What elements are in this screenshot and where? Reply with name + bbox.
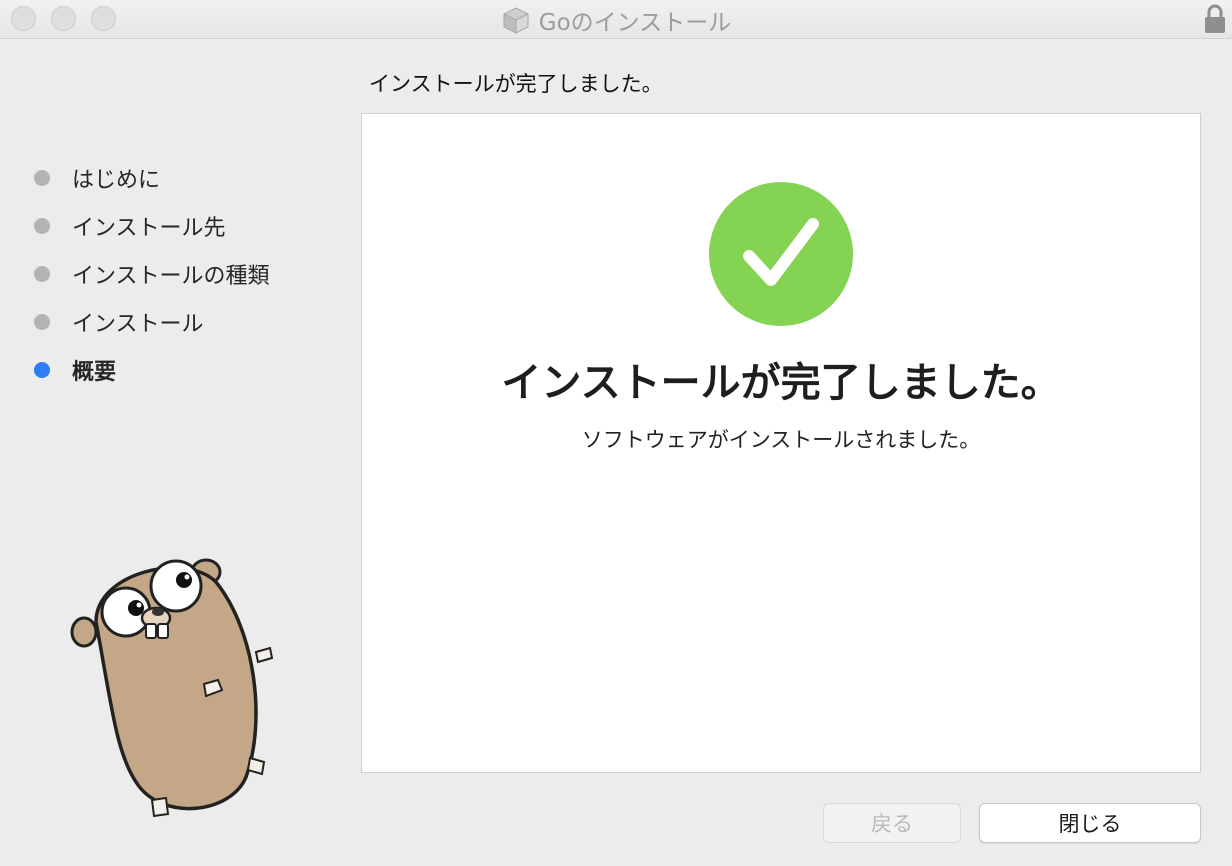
step-dot-icon: [34, 170, 50, 186]
step-dot-active-icon: [34, 362, 50, 378]
step-dot-icon: [34, 266, 50, 282]
completion-subtitle: ソフトウェアがインストールされました。: [581, 428, 981, 452]
step-label: はじめに: [72, 168, 161, 193]
package-icon: [502, 6, 529, 34]
step-summary: 概要: [34, 346, 270, 394]
back-button[interactable]: 戻る: [823, 803, 961, 843]
step-label: インストールの種類: [72, 264, 270, 289]
gopher-mascot-icon: [70, 558, 274, 818]
lock-icon[interactable]: [1204, 4, 1226, 34]
step-destination: インストール先: [34, 202, 270, 250]
step-dot-icon: [34, 218, 50, 234]
installer-steps: はじめに インストール先 インストールの種類 インストール 概要: [34, 154, 270, 394]
step-install-type: インストールの種類: [34, 250, 270, 298]
page-header: インストールが完了しました。: [369, 72, 663, 96]
completion-title: インストールが完了しました。: [501, 360, 1061, 406]
window-title-wrap: Goのインストール: [0, 0, 1232, 39]
step-dot-icon: [34, 314, 50, 330]
step-introduction: はじめに: [34, 154, 270, 202]
window-title: Goのインストール: [538, 9, 732, 36]
title-bar: Goのインストール: [0, 0, 1232, 39]
content-panel: インストールが完了しました。 ソフトウェアがインストールされました。: [361, 113, 1201, 773]
checkmark-circle-icon: [709, 182, 853, 326]
close-button[interactable]: 閉じる: [979, 803, 1201, 843]
step-installation: インストール: [34, 298, 270, 346]
step-label: 概要: [72, 360, 117, 385]
step-label: インストール先: [72, 216, 226, 241]
step-label: インストール: [72, 312, 204, 337]
